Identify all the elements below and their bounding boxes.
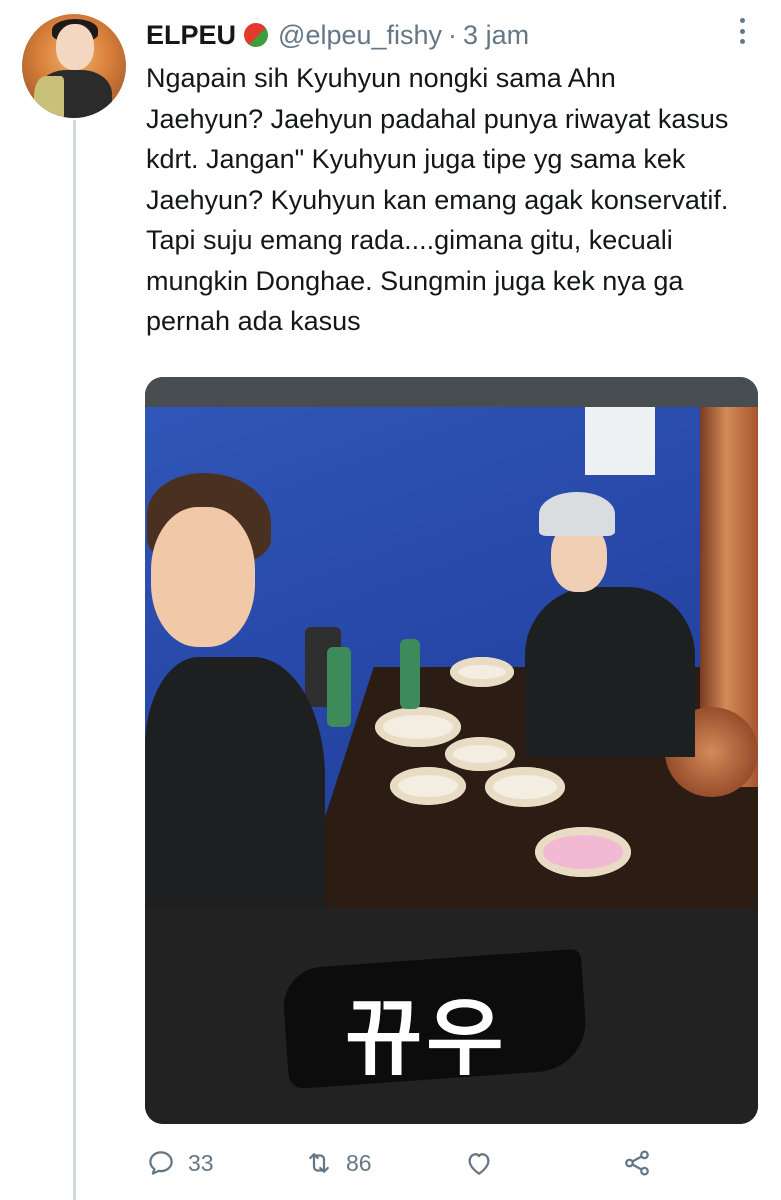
display-name[interactable]: ELPEU: [146, 20, 236, 51]
food-plate: [375, 707, 461, 747]
overlay-caption: 뀨우: [345, 989, 508, 1087]
food-plate: [485, 767, 565, 807]
food-plate: [450, 657, 514, 687]
retweet-button[interactable]: 86: [304, 1148, 372, 1178]
reply-count: 33: [188, 1149, 214, 1176]
share-icon: [625, 1150, 649, 1176]
retweet-count: 86: [346, 1149, 372, 1176]
tweet-actions: 33 86: [146, 1138, 766, 1188]
thread-line: [73, 120, 76, 1200]
user-handle[interactable]: @elpeu_fishy: [278, 20, 442, 51]
avatar-jacket: [34, 76, 64, 118]
tweet-media[interactable]: 뀨우: [145, 377, 758, 1124]
food-plate: [445, 737, 515, 771]
share-button[interactable]: [622, 1148, 652, 1178]
more-options-icon[interactable]: [733, 18, 751, 44]
heart-icon: [468, 1153, 490, 1175]
reply-button[interactable]: 33: [146, 1148, 214, 1178]
food-plate: [390, 767, 466, 805]
photo-caption-area: 뀨우: [145, 909, 758, 1124]
soju-bottle: [400, 639, 420, 709]
avatar[interactable]: [22, 14, 126, 118]
tweet-timestamp[interactable]: 3 jam: [463, 20, 529, 51]
restaurant-photo: [145, 407, 758, 940]
reply-icon: [149, 1151, 173, 1175]
mango-emoji-icon: [244, 23, 269, 47]
wall-poster: [585, 407, 655, 475]
like-button[interactable]: [464, 1148, 494, 1178]
tweet-text: Ngapain sih Kyuhyun nongki sama Ahn Jaeh…: [146, 63, 729, 336]
food-plate: [535, 827, 631, 877]
person-right: [525, 492, 695, 757]
retweet-icon: [309, 1153, 329, 1173]
avatar-face: [56, 24, 94, 70]
person-left: [145, 467, 335, 940]
photo-top-band: [145, 377, 758, 407]
separator-dot: ·: [448, 19, 458, 50]
tweet-header: ELPEU @elpeu_fishy · 3 jam: [146, 18, 529, 52]
